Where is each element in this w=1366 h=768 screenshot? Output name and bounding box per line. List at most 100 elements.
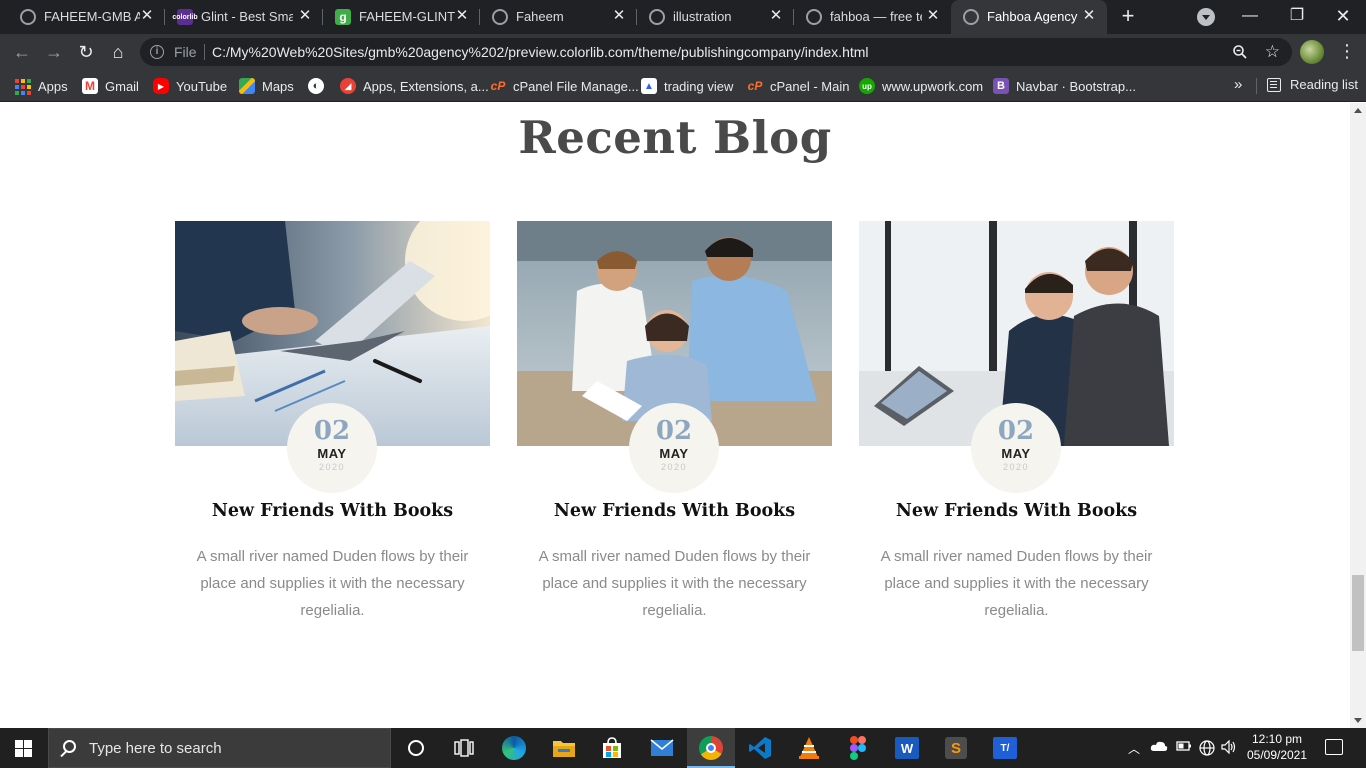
edge-icon[interactable] — [501, 735, 527, 761]
bookmark-upwork[interactable]: up www.upwork.com — [859, 77, 983, 95]
bookmark-maps[interactable]: Maps — [239, 77, 294, 95]
bookmark-globe[interactable]: ◐ — [308, 77, 331, 95]
tab-6[interactable]: fahboa — free te ✕ — [794, 0, 951, 34]
tab-search-icon[interactable] — [1197, 8, 1215, 26]
upwork-icon: up — [859, 78, 875, 94]
bookmark-tradingview[interactable]: ▲ trading view — [641, 77, 733, 95]
close-icon[interactable]: ✕ — [768, 8, 784, 24]
bookmark-bootstrap[interactable]: B Navbar · Bootstrap... — [993, 77, 1136, 95]
tab-5[interactable]: illustration ✕ — [637, 0, 794, 34]
volume-icon[interactable] — [1221, 739, 1237, 757]
blog-card[interactable]: 02 MAY 2020 New Friends With Books A sma… — [175, 221, 490, 619]
tab-4[interactable]: Faheem ✕ — [480, 0, 637, 34]
scroll-up-icon[interactable] — [1354, 108, 1362, 113]
bookmark-label: Apps, Extensions, a... — [363, 78, 489, 94]
onedrive-icon[interactable] — [1150, 740, 1168, 755]
bookmark-youtube[interactable]: ▶ YouTube — [153, 77, 227, 95]
bookmark-label: YouTube — [176, 78, 228, 94]
vscode-icon[interactable] — [747, 735, 773, 761]
date-year: 2020 — [1002, 462, 1030, 472]
back-icon[interactable]: ← — [11, 41, 33, 63]
tab-7-active[interactable]: Fahboa Agency ✕ — [951, 0, 1107, 34]
post-title-link[interactable]: New Friends With Books — [175, 501, 490, 521]
close-icon[interactable]: ✕ — [139, 8, 155, 24]
bookmark-gmail[interactable]: M Gmail — [82, 77, 139, 95]
clock-time: 12:10 pm — [1251, 732, 1303, 746]
menu-kebab-icon[interactable]: ⋮ — [1338, 40, 1356, 64]
date-month: MAY — [659, 446, 689, 461]
page-scrollbar[interactable] — [1350, 103, 1366, 728]
window-close-icon[interactable]: ✕ — [1331, 5, 1355, 29]
battery-icon[interactable] — [1176, 740, 1192, 755]
restore-icon[interactable]: ❐ — [1285, 5, 1309, 29]
tab-3[interactable]: g FAHEEM-GLINT ✕ — [323, 0, 480, 34]
close-icon[interactable]: ✕ — [454, 8, 470, 24]
scrollbar-thumb[interactable] — [1352, 575, 1364, 651]
globe-icon — [806, 9, 822, 25]
date-badge: 02 MAY 2020 — [287, 403, 377, 493]
bookmark-cpanel-main[interactable]: cP cPanel - Main — [747, 77, 850, 95]
close-icon[interactable]: ✕ — [1081, 8, 1097, 24]
tab-title: FAHEEM-GMB AC — [44, 9, 140, 24]
bookmarks-overflow-button[interactable]: » — [1234, 76, 1242, 93]
close-icon[interactable]: ✕ — [611, 8, 627, 24]
close-icon[interactable]: ✕ — [925, 8, 941, 24]
zoom-icon[interactable] — [1232, 44, 1248, 60]
date-day: 02 — [655, 416, 693, 446]
windows-start-icon[interactable] — [15, 740, 32, 757]
bookmark-label: trading view — [664, 78, 734, 94]
scroll-down-icon[interactable] — [1354, 718, 1362, 723]
tradingview-icon: ▲ — [641, 78, 657, 94]
tab-title: FAHEEM-GLINT — [359, 9, 455, 24]
chrome-icon[interactable] — [698, 735, 724, 761]
reading-list-icon — [1267, 77, 1281, 92]
mail-icon[interactable] — [649, 735, 675, 761]
blog-card[interactable]: 02 MAY 2020 New Friends With Books A sma… — [517, 221, 832, 619]
youtube-icon: ▶ — [153, 78, 169, 94]
new-tab-icon[interactable]: + — [1117, 5, 1139, 28]
vlc-icon[interactable] — [796, 735, 822, 761]
home-icon[interactable]: ⌂ — [107, 41, 129, 63]
reading-list-button[interactable]: Reading list — [1267, 77, 1358, 92]
clock-date: 05/09/2021 — [1246, 748, 1308, 762]
tab-title: illustration — [673, 9, 732, 24]
profile-avatar[interactable] — [1300, 40, 1324, 64]
blog-card[interactable]: 02 MAY 2020 New Friends With Books A sma… — [859, 221, 1174, 619]
store-icon[interactable] — [599, 735, 625, 761]
cortana-icon[interactable] — [403, 735, 429, 761]
tab-1[interactable]: FAHEEM-GMB AC ✕ — [8, 0, 165, 34]
bookmark-star-icon[interactable]: ☆ — [1265, 42, 1280, 62]
bookmark-extensions[interactable]: ◢ Apps, Extensions, a... — [340, 77, 489, 95]
info-icon[interactable]: i — [150, 45, 164, 59]
extensions-icon: ◢ — [340, 78, 356, 94]
post-title-link[interactable]: New Friends With Books — [517, 501, 832, 521]
date-month: MAY — [317, 446, 347, 461]
url-text[interactable]: C:/My%20Web%20Sites/gmb%20agency%202/pre… — [212, 44, 869, 60]
bookmark-apps[interactable]: Apps — [15, 77, 68, 95]
reload-icon[interactable]: ↻ — [75, 41, 97, 63]
sublime-icon[interactable]: S — [943, 735, 969, 761]
tray-overflow-icon[interactable]: ︿ — [1128, 740, 1140, 757]
taskbar-clock[interactable]: 12:10 pm 05/09/2021 — [1238, 731, 1316, 763]
bookmark-label: cPanel - Main — [770, 78, 850, 94]
globe-icon — [963, 9, 979, 25]
taskbar-search-box[interactable]: Type here to search — [48, 728, 391, 768]
globe-icon — [649, 9, 665, 25]
bookmark-label: cPanel File Manage... — [513, 78, 639, 94]
network-globe-icon[interactable] — [1199, 740, 1215, 759]
date-badge: 02 MAY 2020 — [971, 403, 1061, 493]
post-title-link[interactable]: New Friends With Books — [859, 501, 1174, 521]
file-explorer-icon[interactable] — [551, 735, 577, 761]
minimize-icon[interactable]: — — [1238, 5, 1262, 29]
close-icon[interactable]: ✕ — [297, 8, 313, 24]
forward-icon[interactable]: → — [43, 41, 65, 63]
address-bar[interactable]: i File C:/My%20Web%20Sites/gmb%20agency%… — [140, 38, 1292, 66]
tab-2[interactable]: colorlib Glint - Best Small ✕ — [165, 0, 323, 34]
word-icon[interactable]: W — [894, 735, 920, 761]
figma-icon[interactable] — [845, 735, 871, 761]
task-view-icon[interactable] — [451, 735, 477, 761]
typora-icon[interactable]: T/ — [992, 735, 1018, 761]
notification-center-icon[interactable] — [1325, 739, 1343, 755]
bookmark-cpanel-files[interactable]: cP cPanel File Manage... — [490, 77, 639, 95]
windows-taskbar: Type here to search W S T/ ︿ 12:10 pm 05… — [0, 728, 1366, 768]
